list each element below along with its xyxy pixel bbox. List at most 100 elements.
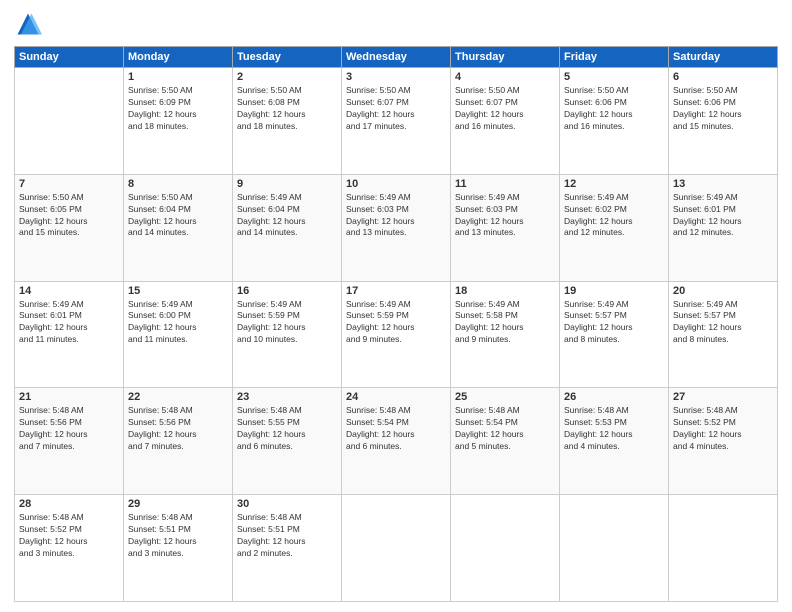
day-info: Sunrise: 5:50 AMSunset: 6:06 PMDaylight:…: [564, 85, 664, 133]
day-info: Sunrise: 5:48 AMSunset: 5:53 PMDaylight:…: [564, 405, 664, 453]
day-cell: [15, 68, 124, 175]
weekday-header-saturday: Saturday: [669, 47, 778, 68]
weekday-header-thursday: Thursday: [451, 47, 560, 68]
day-number: 4: [455, 71, 555, 83]
day-number: 7: [19, 178, 119, 190]
day-number: 22: [128, 391, 228, 403]
day-cell: [669, 495, 778, 602]
day-cell: 7 Sunrise: 5:50 AMSunset: 6:05 PMDaylight…: [15, 174, 124, 281]
day-info: Sunrise: 5:49 AMSunset: 6:01 PMDaylight:…: [673, 192, 773, 240]
day-info: Sunrise: 5:48 AMSunset: 5:51 PMDaylight:…: [237, 512, 337, 560]
day-number: 6: [673, 71, 773, 83]
day-cell: 21Sunrise: 5:48 AMSunset: 5:56 PMDayligh…: [15, 388, 124, 495]
day-cell: 24 Sunrise: 5:48 AMSunset: 5:54 PMDayligh…: [342, 388, 451, 495]
day-cell: 3 Sunrise: 5:50 AMSunset: 6:07 PMDaylight…: [342, 68, 451, 175]
day-number: 15: [128, 285, 228, 297]
day-cell: 30 Sunrise: 5:48 AMSunset: 5:51 PMDayligh…: [233, 495, 342, 602]
week-row-2: 7 Sunrise: 5:50 AMSunset: 6:05 PMDaylight…: [15, 174, 778, 281]
day-number: 18: [455, 285, 555, 297]
day-info: Sunrise: 5:49 AMSunset: 5:58 PMDaylight:…: [455, 299, 555, 347]
logo-icon: [14, 10, 42, 38]
day-number: 14: [19, 285, 119, 297]
day-cell: 28Sunrise: 5:48 AMSunset: 5:52 PMDayligh…: [15, 495, 124, 602]
day-number: 10: [346, 178, 446, 190]
day-info: Sunrise: 5:50 AMSunset: 6:04 PMDaylight:…: [128, 192, 228, 240]
day-cell: 18 Sunrise: 5:49 AMSunset: 5:58 PMDayligh…: [451, 281, 560, 388]
day-cell: [342, 495, 451, 602]
weekday-header-wednesday: Wednesday: [342, 47, 451, 68]
day-cell: 11Sunrise: 5:49 AMSunset: 6:03 PMDayligh…: [451, 174, 560, 281]
day-cell: 27 Sunrise: 5:48 AMSunset: 5:52 PMDayligh…: [669, 388, 778, 495]
day-number: 16: [237, 285, 337, 297]
day-cell: 19 Sunrise: 5:49 AMSunset: 5:57 PMDayligh…: [560, 281, 669, 388]
week-row-1: 1 Sunrise: 5:50 AMSunset: 6:09 PMDaylight…: [15, 68, 778, 175]
day-cell: 10 Sunrise: 5:49 AMSunset: 6:03 PMDayligh…: [342, 174, 451, 281]
day-number: 1: [128, 71, 228, 83]
day-info: Sunrise: 5:49 AMSunset: 6:01 PMDaylight:…: [19, 299, 119, 347]
day-number: 3: [346, 71, 446, 83]
day-info: Sunrise: 5:48 AMSunset: 5:55 PMDaylight:…: [237, 405, 337, 453]
weekday-header-monday: Monday: [124, 47, 233, 68]
day-cell: 26 Sunrise: 5:48 AMSunset: 5:53 PMDayligh…: [560, 388, 669, 495]
day-number: 8: [128, 178, 228, 190]
day-number: 9: [237, 178, 337, 190]
page: SundayMondayTuesdayWednesdayThursdayFrid…: [0, 0, 792, 612]
day-info: Sunrise: 5:50 AMSunset: 6:09 PMDaylight:…: [128, 85, 228, 133]
day-info: Sunrise: 5:50 AMSunset: 6:08 PMDaylight:…: [237, 85, 337, 133]
day-number: 27: [673, 391, 773, 403]
day-info: Sunrise: 5:48 AMSunset: 5:52 PMDaylight:…: [673, 405, 773, 453]
day-info: Sunrise: 5:50 AMSunset: 6:05 PMDaylight:…: [19, 192, 119, 240]
day-number: 30: [237, 498, 337, 510]
day-info: Sunrise: 5:48 AMSunset: 5:56 PMDaylight:…: [128, 405, 228, 453]
day-info: Sunrise: 5:50 AMSunset: 6:06 PMDaylight:…: [673, 85, 773, 133]
week-row-3: 14 Sunrise: 5:49 AMSunset: 6:01 PMDayligh…: [15, 281, 778, 388]
day-cell: 23 Sunrise: 5:48 AMSunset: 5:55 PMDayligh…: [233, 388, 342, 495]
day-cell: 22 Sunrise: 5:48 AMSunset: 5:56 PMDayligh…: [124, 388, 233, 495]
day-info: Sunrise: 5:49 AMSunset: 5:59 PMDaylight:…: [237, 299, 337, 347]
day-number: 21: [19, 391, 119, 403]
day-number: 5: [564, 71, 664, 83]
day-cell: 25 Sunrise: 5:48 AMSunset: 5:54 PMDayligh…: [451, 388, 560, 495]
day-cell: 14 Sunrise: 5:49 AMSunset: 6:01 PMDayligh…: [15, 281, 124, 388]
day-cell: [451, 495, 560, 602]
day-cell: 9Sunrise: 5:49 AMSunset: 6:04 PMDaylight…: [233, 174, 342, 281]
day-number: 20: [673, 285, 773, 297]
weekday-header-row: SundayMondayTuesdayWednesdayThursdayFrid…: [15, 47, 778, 68]
day-info: Sunrise: 5:49 AMSunset: 6:02 PMDaylight:…: [564, 192, 664, 240]
day-info: Sunrise: 5:49 AMSunset: 5:57 PMDaylight:…: [673, 299, 773, 347]
day-number: 19: [564, 285, 664, 297]
week-row-5: 28Sunrise: 5:48 AMSunset: 5:52 PMDayligh…: [15, 495, 778, 602]
day-cell: 8 Sunrise: 5:50 AMSunset: 6:04 PMDaylight…: [124, 174, 233, 281]
day-number: 25: [455, 391, 555, 403]
day-info: Sunrise: 5:50 AMSunset: 6:07 PMDaylight:…: [455, 85, 555, 133]
day-number: 24: [346, 391, 446, 403]
logo: [14, 10, 46, 38]
calendar-table: SundayMondayTuesdayWednesdayThursdayFrid…: [14, 46, 778, 602]
day-info: Sunrise: 5:49 AMSunset: 6:03 PMDaylight:…: [455, 192, 555, 240]
day-cell: 2 Sunrise: 5:50 AMSunset: 6:08 PMDaylight…: [233, 68, 342, 175]
day-number: 2: [237, 71, 337, 83]
day-number: 29: [128, 498, 228, 510]
day-number: 28: [19, 498, 119, 510]
day-number: 23: [237, 391, 337, 403]
day-number: 26: [564, 391, 664, 403]
week-row-4: 21 Sunrise: 5:48 AMSunset: 5:56 PMDayligh…: [15, 388, 778, 495]
day-cell: 17Sunrise: 5:49 AMSunset: 5:59 PMDayligh…: [342, 281, 451, 388]
day-cell: 15 Sunrise: 5:49 AMSunset: 6:00 PMDayligh…: [124, 281, 233, 388]
day-number: 17: [346, 285, 446, 297]
day-number: 13: [673, 178, 773, 190]
day-cell: 6 Sunrise: 5:50 AMSunset: 6:06 PMDaylight…: [669, 68, 778, 175]
day-cell: [560, 495, 669, 602]
weekday-header-friday: Friday: [560, 47, 669, 68]
day-info: Sunrise: 5:48 AMSunset: 5:54 PMDaylight:…: [346, 405, 446, 453]
weekday-header-tuesday: Tuesday: [233, 47, 342, 68]
day-info: Sunrise: 5:49 AMSunset: 5:57 PMDaylight:…: [564, 299, 664, 347]
day-cell: 5 Sunrise: 5:50 AMSunset: 6:06 PMDaylight…: [560, 68, 669, 175]
day-info: Sunrise: 5:49 AMSunset: 6:00 PMDaylight:…: [128, 299, 228, 347]
day-info: Sunrise: 5:49 AMSunset: 6:03 PMDaylight:…: [346, 192, 446, 240]
day-cell: 13 Sunrise: 5:49 AMSunset: 6:01 PMDayligh…: [669, 174, 778, 281]
day-number: 12: [564, 178, 664, 190]
day-info: Sunrise: 5:48 AMSunset: 5:54 PMDaylight:…: [455, 405, 555, 453]
header: [14, 10, 778, 38]
day-info: Sunrise: 5:50 AMSunset: 6:07 PMDaylight:…: [346, 85, 446, 133]
